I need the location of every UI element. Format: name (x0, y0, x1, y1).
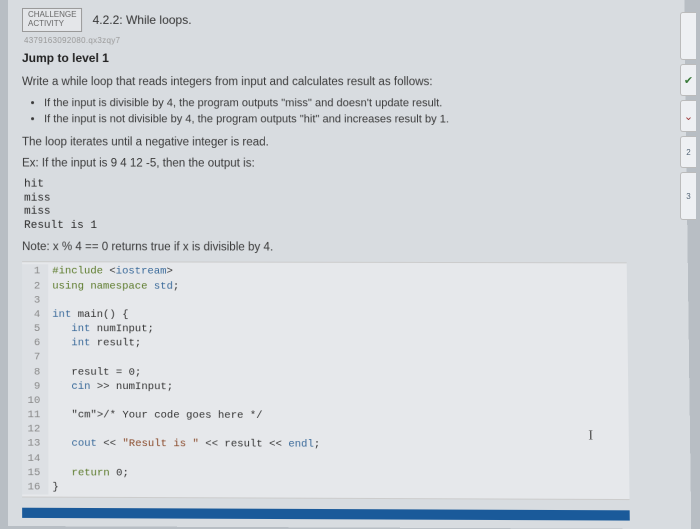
side-tab-down[interactable]: ⌄ (680, 100, 696, 132)
line-number: 15 (22, 466, 48, 481)
code-line[interactable]: 4int main() { (22, 308, 627, 324)
line-number: 4 (22, 308, 48, 322)
output-line: Result is 1 (24, 220, 626, 235)
line-number: 14 (22, 451, 48, 466)
intro-text: Write a while loop that reads integers f… (22, 75, 625, 91)
code-line[interactable]: 16} (22, 480, 629, 497)
code-line[interactable]: 3 (22, 293, 627, 309)
example-label: Ex: If the input is 9 4 12 -5, then the … (22, 157, 626, 173)
bottom-bar (22, 508, 630, 521)
line-number: 8 (22, 365, 48, 379)
line-number: 5 (22, 322, 48, 336)
output-line: miss (24, 192, 626, 207)
output-line: hit (24, 178, 626, 193)
activity-title: 4.2.2: While loops. (93, 13, 192, 27)
meta-id: 4379163092080.qx3zqy7 (24, 35, 624, 44)
code-editor[interactable]: 1#include <iostream>2using namespace std… (22, 262, 629, 501)
code-text[interactable]: int result; (48, 336, 627, 352)
line-number: 13 (22, 437, 48, 452)
list-item: If the input is not divisible by 4, the … (44, 112, 625, 127)
code-text[interactable]: int numInput; (48, 322, 627, 338)
note-text: Note: x % 4 == 0 returns true if x is di… (22, 240, 627, 257)
example-output: hit miss miss Result is 1 (24, 178, 626, 234)
activity-badge: CHALLENGE ACTIVITY (22, 8, 83, 32)
check-icon: ✔ (684, 74, 693, 87)
badge-line2: ACTIVITY (28, 20, 77, 29)
code-text[interactable]: } (48, 480, 629, 497)
code-line[interactable]: 2using namespace std; (22, 279, 627, 295)
requirement-list: If the input is divisible by 4, the prog… (44, 96, 625, 127)
side-tab-check[interactable]: ✔ (680, 64, 696, 96)
list-item: If the input is divisible by 4, the prog… (44, 96, 625, 111)
code-text[interactable]: using namespace std; (48, 279, 627, 295)
side-tab-blank[interactable] (680, 12, 696, 60)
line-number: 6 (22, 336, 48, 350)
side-tab-2[interactable]: 2 (680, 136, 696, 168)
line-number: 1 (22, 265, 48, 279)
code-text[interactable]: #include <iostream> (48, 265, 627, 281)
side-tabs: ✔ ⌄ 2 3 (680, 12, 698, 220)
line-number: 2 (22, 279, 48, 293)
line-number: 12 (22, 422, 48, 436)
line-number: 16 (22, 480, 48, 495)
activity-page: CHALLENGE ACTIVITY 4.2.2: While loops. 4… (8, 0, 691, 529)
jump-to-level[interactable]: Jump to level 1 (22, 51, 624, 65)
code-text[interactable] (48, 293, 627, 309)
line-number: 10 (22, 394, 48, 408)
line-number: 9 (22, 379, 48, 393)
code-text[interactable]: int main() { (48, 308, 627, 324)
side-tab-3[interactable]: 3 (680, 172, 696, 220)
output-line: miss (24, 206, 626, 221)
line-number: 3 (22, 293, 48, 307)
chevron-down-icon: ⌄ (684, 110, 693, 123)
line-number: 11 (22, 408, 48, 422)
text-cursor-icon: I (588, 428, 593, 444)
code-line[interactable]: 1#include <iostream> (22, 265, 627, 281)
code-line[interactable]: 5 int numInput; (22, 322, 628, 338)
loop-note: The loop iterates until a negative integ… (22, 135, 625, 151)
line-number: 7 (22, 351, 48, 365)
activity-header: CHALLENGE ACTIVITY 4.2.2: While loops. (22, 8, 624, 32)
